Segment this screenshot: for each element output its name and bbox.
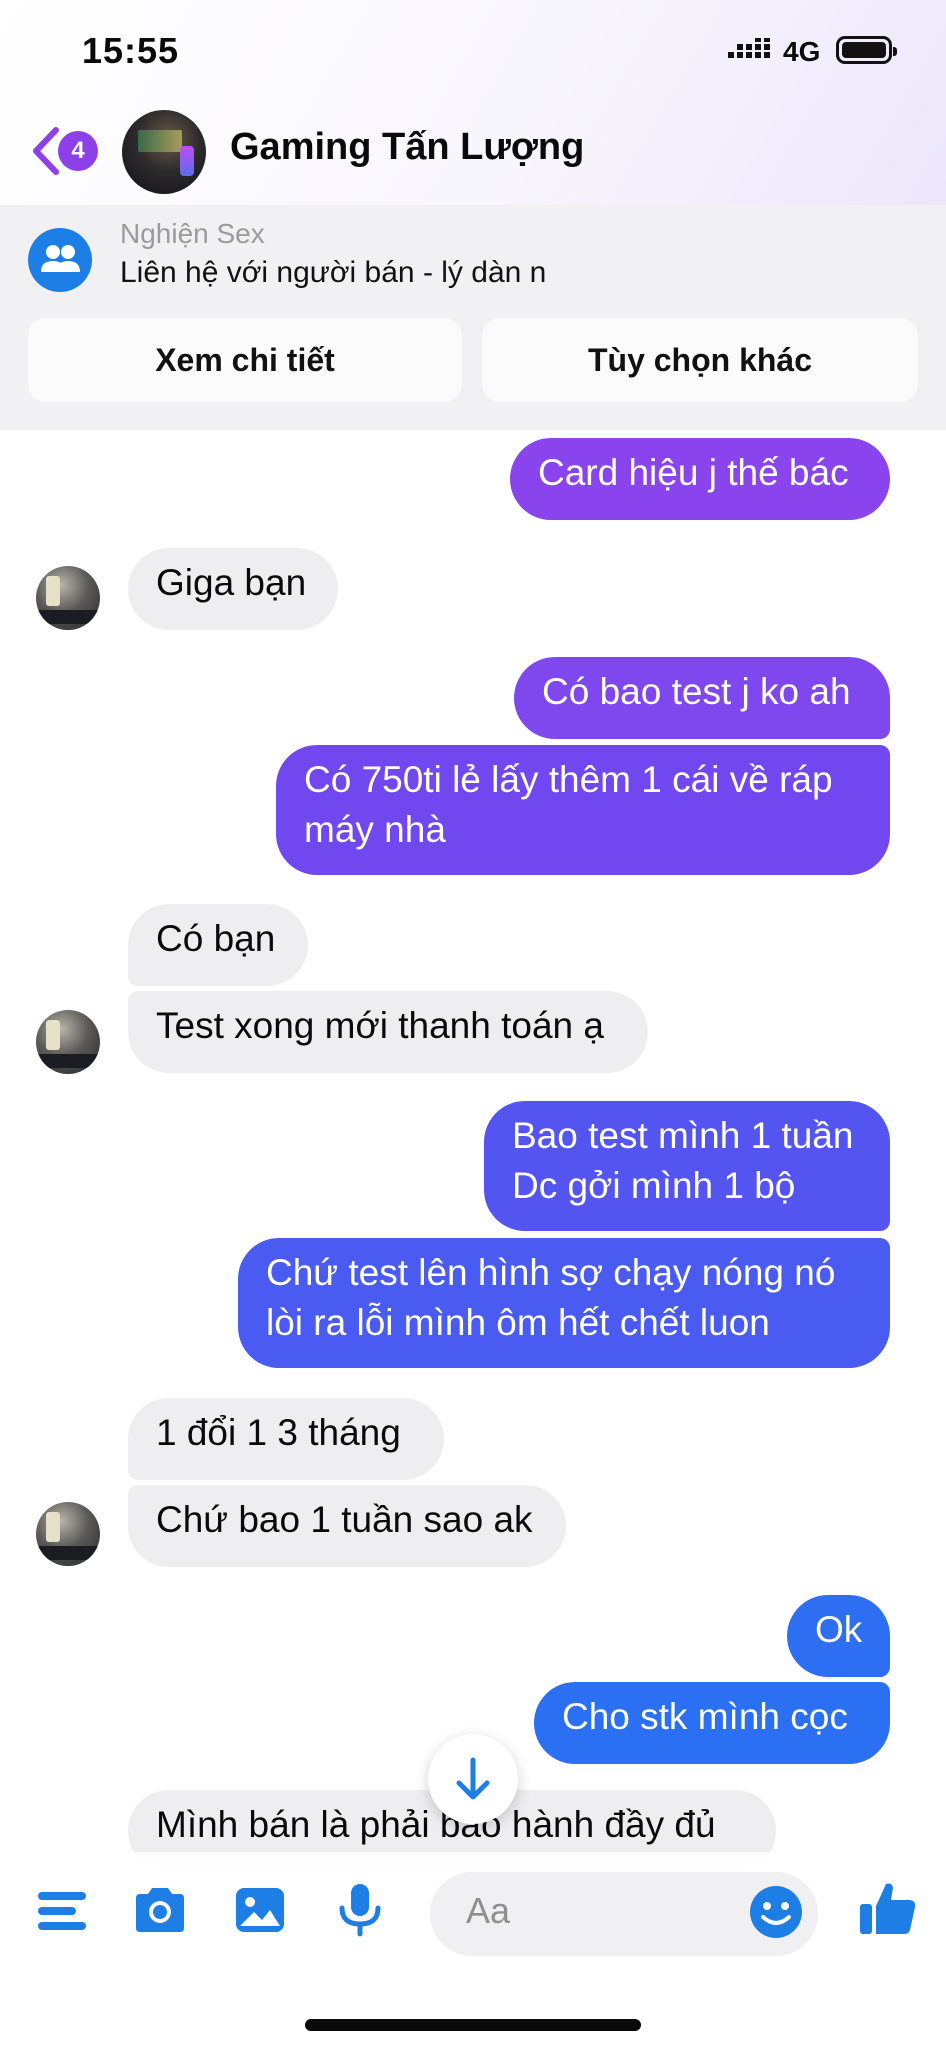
home-indicator [305, 2019, 641, 2031]
message-text: Giga bạn [156, 562, 307, 603]
battery-icon [836, 36, 897, 64]
signal-icon [728, 38, 770, 58]
status-time: 15:55 [82, 30, 180, 71]
message-text: Test xong mới thanh toán ạ [156, 1005, 604, 1046]
group-icon [28, 228, 92, 292]
message-bubble-out[interactable]: Chứ test lên hình sợ chạy nóng nó lòi ra… [238, 1238, 890, 1368]
arrow-down-icon [456, 1757, 490, 1800]
thumbs-up-icon[interactable] [856, 1876, 920, 1940]
message-bubble-out[interactable]: Có 750ti lẻ lấy thêm 1 cái về ráp máy nh… [276, 745, 890, 875]
emoji-icon[interactable] [748, 1884, 804, 1940]
message-line: Dc gởi mình 1 bộ [512, 1165, 796, 1206]
scroll-to-bottom-button[interactable] [428, 1734, 518, 1824]
message-text: Có bạn [156, 918, 276, 959]
message-text: Có bao test j ko ah [542, 671, 851, 712]
message-line: lòi ra lỗi mình ôm hết chết luon [266, 1302, 770, 1343]
message-bubble-out[interactable]: Cho stk mình cọc [534, 1682, 890, 1764]
message-bubble-out[interactable]: Có bao test j ko ah [514, 657, 890, 739]
message-line: Chứ test lên hình sợ chạy nóng nó [266, 1252, 836, 1293]
contact-avatar[interactable] [122, 110, 206, 194]
unread-badge[interactable]: 4 [58, 131, 98, 171]
message-bubble-in[interactable]: 1 đổi 1 3 tháng [128, 1398, 444, 1480]
listing-text: Liên hệ với người bán - lý dàn n [120, 256, 547, 289]
menu-icon[interactable] [36, 1880, 96, 1940]
view-details-button[interactable]: Xem chi tiết [28, 318, 462, 402]
message-bubble-out[interactable]: Ok [787, 1595, 890, 1677]
message-text: Chứ bao 1 tuần sao ak [156, 1499, 533, 1540]
sender-avatar[interactable] [36, 1502, 100, 1566]
message-text: Ok [815, 1609, 863, 1650]
message-text: Card hiệu j thế bác [538, 452, 849, 493]
sender-avatar[interactable] [36, 566, 100, 630]
message-input-placeholder[interactable]: Aa [466, 1890, 510, 1932]
message-bubble-in[interactable]: Chứ bao 1 tuần sao ak [128, 1485, 566, 1567]
image-icon[interactable] [230, 1880, 290, 1940]
message-bubble-in[interactable]: Giga bạn [128, 548, 338, 630]
message-bubble-in[interactable]: Test xong mới thanh toán ạ [128, 991, 648, 1073]
microphone-icon[interactable] [330, 1880, 390, 1940]
message-text: 1 đổi 1 3 tháng [156, 1412, 401, 1453]
sender-avatar[interactable] [36, 1010, 100, 1074]
message-line: máy nhà [304, 809, 446, 850]
message-bubble-out[interactable]: Bao test mình 1 tuần Dc gởi mình 1 bộ [484, 1101, 890, 1231]
camera-icon[interactable] [130, 1880, 190, 1940]
contact-name[interactable]: Gaming Tấn Lượng [230, 126, 584, 169]
message-text: Cho stk mình cọc [562, 1696, 848, 1737]
group-name: Nghiện Sex [120, 218, 265, 249]
message-bubble-out[interactable]: Card hiệu j thế bác [510, 438, 890, 520]
network-type: 4G [783, 36, 821, 67]
message-line: Có 750ti lẻ lấy thêm 1 cái về ráp [304, 759, 833, 800]
message-line: Bao test mình 1 tuần [512, 1115, 854, 1156]
more-options-button[interactable]: Tùy chọn khác [482, 318, 918, 402]
message-bubble-in[interactable]: Có bạn [128, 904, 308, 986]
